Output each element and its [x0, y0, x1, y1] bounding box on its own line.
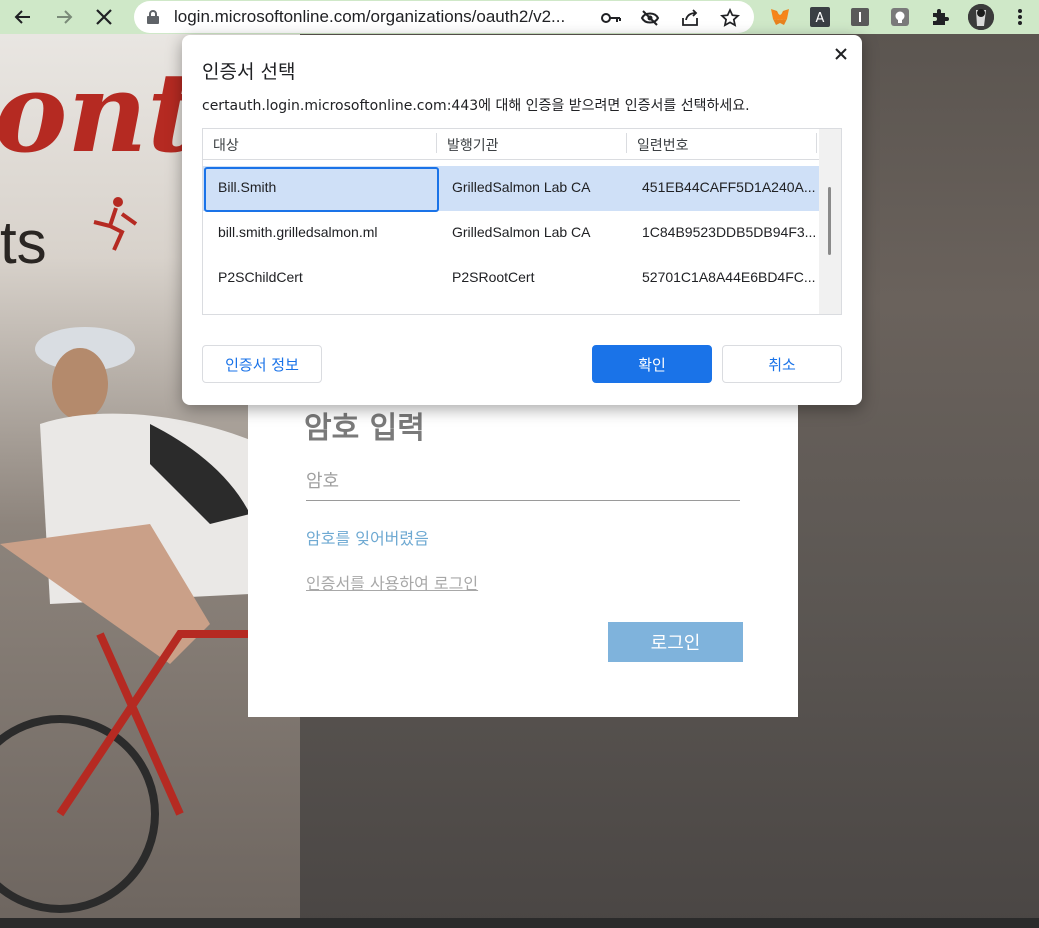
- table-row[interactable]: bill.smith.grilledsalmon.ml GrilledSalmo…: [203, 211, 819, 256]
- extension-bulb-icon[interactable]: [888, 5, 912, 29]
- cert-info-button[interactable]: 인증서 정보: [202, 345, 322, 383]
- login-title: 암호 입력: [304, 411, 425, 446]
- table-header: 대상 발행기관 일련번호: [203, 129, 819, 160]
- lock-icon[interactable]: [146, 9, 160, 29]
- svg-text:A: A: [816, 11, 825, 26]
- stop-icon[interactable]: [91, 4, 117, 30]
- column-header-issuer[interactable]: 발행기관: [447, 135, 499, 155]
- forgot-password-link[interactable]: 암호를 잊어버렸음: [306, 525, 429, 549]
- runner-logo-icon: [93, 197, 138, 251]
- dialog-description: certauth.login.microsoftonline.com:443에 …: [202, 98, 750, 114]
- forward-icon[interactable]: [51, 4, 77, 30]
- dialog-title: 인증서 선택: [202, 61, 296, 83]
- key-icon[interactable]: [600, 7, 622, 29]
- password-input[interactable]: 암호: [306, 465, 740, 501]
- more-icon[interactable]: [1008, 5, 1032, 29]
- table-row[interactable]: P2SChildCert P2SRootCert 52701C1A8A44E6B…: [203, 256, 819, 301]
- cert-select-dialog: 인증서 선택 certauth.login.microsoftonline.co…: [182, 35, 862, 405]
- cell-subject: Bill.Smith: [218, 179, 277, 195]
- url-text[interactable]: login.microsoftonline.com/organizations/…: [174, 7, 594, 27]
- cell-issuer: GrilledSalmon Lab CA: [452, 224, 591, 240]
- eye-off-icon[interactable]: [639, 7, 661, 29]
- column-header-subject[interactable]: 대상: [213, 135, 239, 155]
- cyclist-image: [0, 327, 260, 913]
- table-scrollbar[interactable]: [819, 129, 841, 314]
- browser-toolbar: login.microsoftonline.com/organizations/…: [0, 0, 1039, 34]
- share-icon[interactable]: [679, 7, 701, 29]
- cell-subject: P2SChildCert: [218, 269, 303, 285]
- column-divider[interactable]: [436, 133, 437, 153]
- cell-serial: 52701C1A8A44E6BD4FC...: [642, 269, 816, 285]
- cert-table: 대상 발행기관 일련번호 Bill.Smith GrilledSalmon La…: [202, 128, 842, 315]
- table-row[interactable]: Bill.Smith GrilledSalmon Lab CA 451EB44C…: [203, 166, 819, 212]
- extension-a-icon[interactable]: A: [808, 5, 832, 29]
- cell-issuer: GrilledSalmon Lab CA: [452, 179, 591, 195]
- cell-serial: 1C84B9523DDB5DB94F3...: [642, 224, 817, 240]
- column-divider[interactable]: [816, 133, 817, 153]
- puzzle-icon[interactable]: [928, 5, 952, 29]
- extension-i-icon[interactable]: [848, 5, 872, 29]
- cert-login-link[interactable]: 인증서를 사용하여 로그인: [306, 570, 478, 594]
- ok-button[interactable]: 확인: [592, 345, 712, 383]
- cancel-button[interactable]: 취소: [722, 345, 842, 383]
- brand-subtitle: ts: [0, 209, 47, 276]
- close-icon[interactable]: [830, 43, 852, 65]
- profile-avatar[interactable]: [968, 4, 994, 30]
- column-header-serial[interactable]: 일련번호: [637, 135, 689, 155]
- login-button[interactable]: 로그인: [608, 622, 743, 662]
- star-icon[interactable]: [719, 7, 741, 29]
- cell-serial: 451EB44CAFF5D1A240A...: [642, 179, 816, 195]
- column-divider[interactable]: [626, 133, 627, 153]
- bottom-strip: [0, 918, 1039, 928]
- scrollbar-thumb[interactable]: [828, 187, 831, 255]
- cell-subject: bill.smith.grilledsalmon.ml: [218, 224, 378, 240]
- back-icon[interactable]: [10, 4, 36, 30]
- cell-issuer: P2SRootCert: [452, 269, 535, 285]
- metamask-icon[interactable]: [768, 5, 792, 29]
- address-bar[interactable]: login.microsoftonline.com/organizations/…: [134, 1, 754, 33]
